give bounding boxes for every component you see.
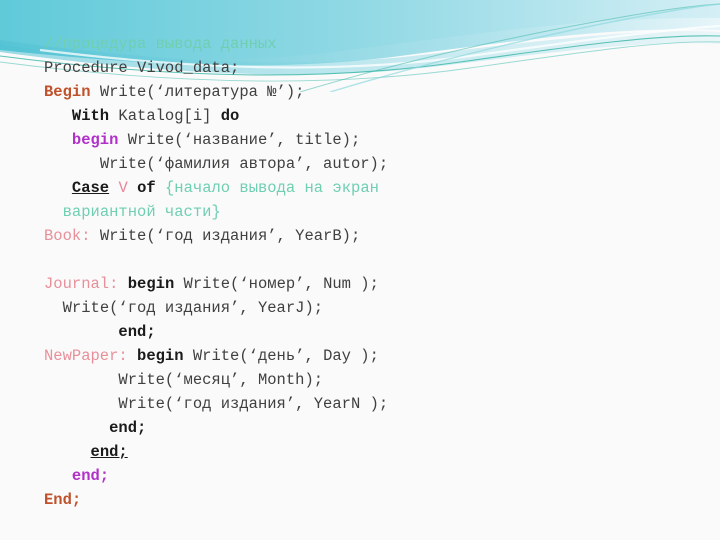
of-keyword: of bbox=[137, 179, 156, 197]
case-space-3 bbox=[156, 179, 165, 197]
comment-variant-start: {начало вывода на экран bbox=[164, 179, 379, 197]
line-book-branch: Book: Write(‘год издания’, YearB); bbox=[0, 224, 720, 248]
pascal-code-block: //процедура вывода данных Procedure Vivod… bbox=[0, 0, 720, 512]
line-end-journal: end; bbox=[0, 320, 720, 344]
end-keyword-case: end; bbox=[90, 443, 128, 461]
variant-selector-v: V bbox=[118, 179, 128, 197]
line-comment-header: //процедура вывода данных bbox=[0, 32, 720, 56]
journal-space bbox=[118, 275, 127, 293]
comment-text: //процедура вывода данных bbox=[44, 35, 277, 53]
line-with-katalog: With Katalog[i] do bbox=[0, 104, 720, 128]
line-begin-main: Begin Write(‘литература №’); bbox=[0, 80, 720, 104]
write-yearb-call: Write(‘год издания’, YearB); bbox=[90, 227, 361, 245]
case-label-journal: Journal: bbox=[44, 275, 119, 293]
case-label-book: Book: bbox=[44, 227, 91, 245]
line-newpaper-branch: NewPaper: begin Write(‘день’, Day ); bbox=[0, 344, 720, 368]
line-write-autor: Write(‘фамилия автора’, autor); bbox=[0, 152, 720, 176]
end-keyword-with: end; bbox=[71, 467, 110, 485]
line-journal-yearj: Write(‘год издания’, YearJ); bbox=[0, 296, 720, 320]
end-keyword-newpaper: end; bbox=[109, 419, 147, 437]
line-journal-branch: Journal: begin Write(‘номер’, Num ); bbox=[0, 272, 720, 296]
write-mesyac-call: Write(‘месяц’, Month); bbox=[118, 371, 324, 389]
case-keyword: Case bbox=[71, 179, 110, 197]
do-keyword: do bbox=[220, 107, 240, 125]
procedure-declaration: Procedure Vivod_data; bbox=[44, 59, 240, 77]
line-newpaper-month: Write(‘месяц’, Month); bbox=[0, 368, 720, 392]
line-comment-variant-cont: вариантной части} bbox=[0, 200, 720, 224]
begin-keyword-main: Begin bbox=[44, 83, 91, 101]
line-end-procedure: End; bbox=[0, 488, 720, 512]
line-newpaper-yearn: Write(‘год издания’, YearN ); bbox=[0, 392, 720, 416]
write-literatura-call: Write(‘литература №’); bbox=[90, 83, 305, 101]
katalog-expression: Katalog[i] bbox=[109, 107, 221, 125]
write-yearn-call: Write(‘год издания’, YearN ); bbox=[118, 395, 389, 413]
newpaper-space bbox=[128, 347, 137, 365]
line-procedure-decl: Procedure Vivod_data; bbox=[0, 56, 720, 80]
case-space-2 bbox=[128, 179, 137, 197]
with-keyword: With bbox=[71, 107, 110, 125]
begin-keyword-journal: begin bbox=[127, 275, 175, 293]
write-yearj-call: Write(‘год издания’, YearJ); bbox=[62, 299, 324, 317]
comment-variant-end: вариантной части} bbox=[62, 203, 221, 221]
line-end-with: end; bbox=[0, 464, 720, 488]
begin-keyword-newpaper: begin bbox=[137, 347, 184, 365]
line-blank-1 bbox=[0, 248, 720, 272]
write-familiya-avtora-call: Write(‘фамилия автора’, autor); bbox=[99, 155, 389, 173]
line-begin-inner: begin Write(‘название’, title); bbox=[0, 128, 720, 152]
line-end-newpaper: end; bbox=[0, 416, 720, 440]
begin-keyword-inner: begin bbox=[71, 131, 119, 149]
case-label-newpaper: NewPaper: bbox=[44, 347, 128, 365]
write-den-call: Write(‘день’, Day ); bbox=[183, 347, 379, 365]
line-end-case: end; bbox=[0, 440, 720, 464]
end-keyword-journal: end; bbox=[118, 323, 156, 341]
write-nazvanie-call: Write(‘название’, title); bbox=[118, 131, 361, 149]
line-case-of: Case V of {начало вывода на экран bbox=[0, 176, 720, 200]
write-nomer-call: Write(‘номер’, Num ); bbox=[174, 275, 379, 293]
end-keyword-procedure: End; bbox=[44, 491, 82, 509]
